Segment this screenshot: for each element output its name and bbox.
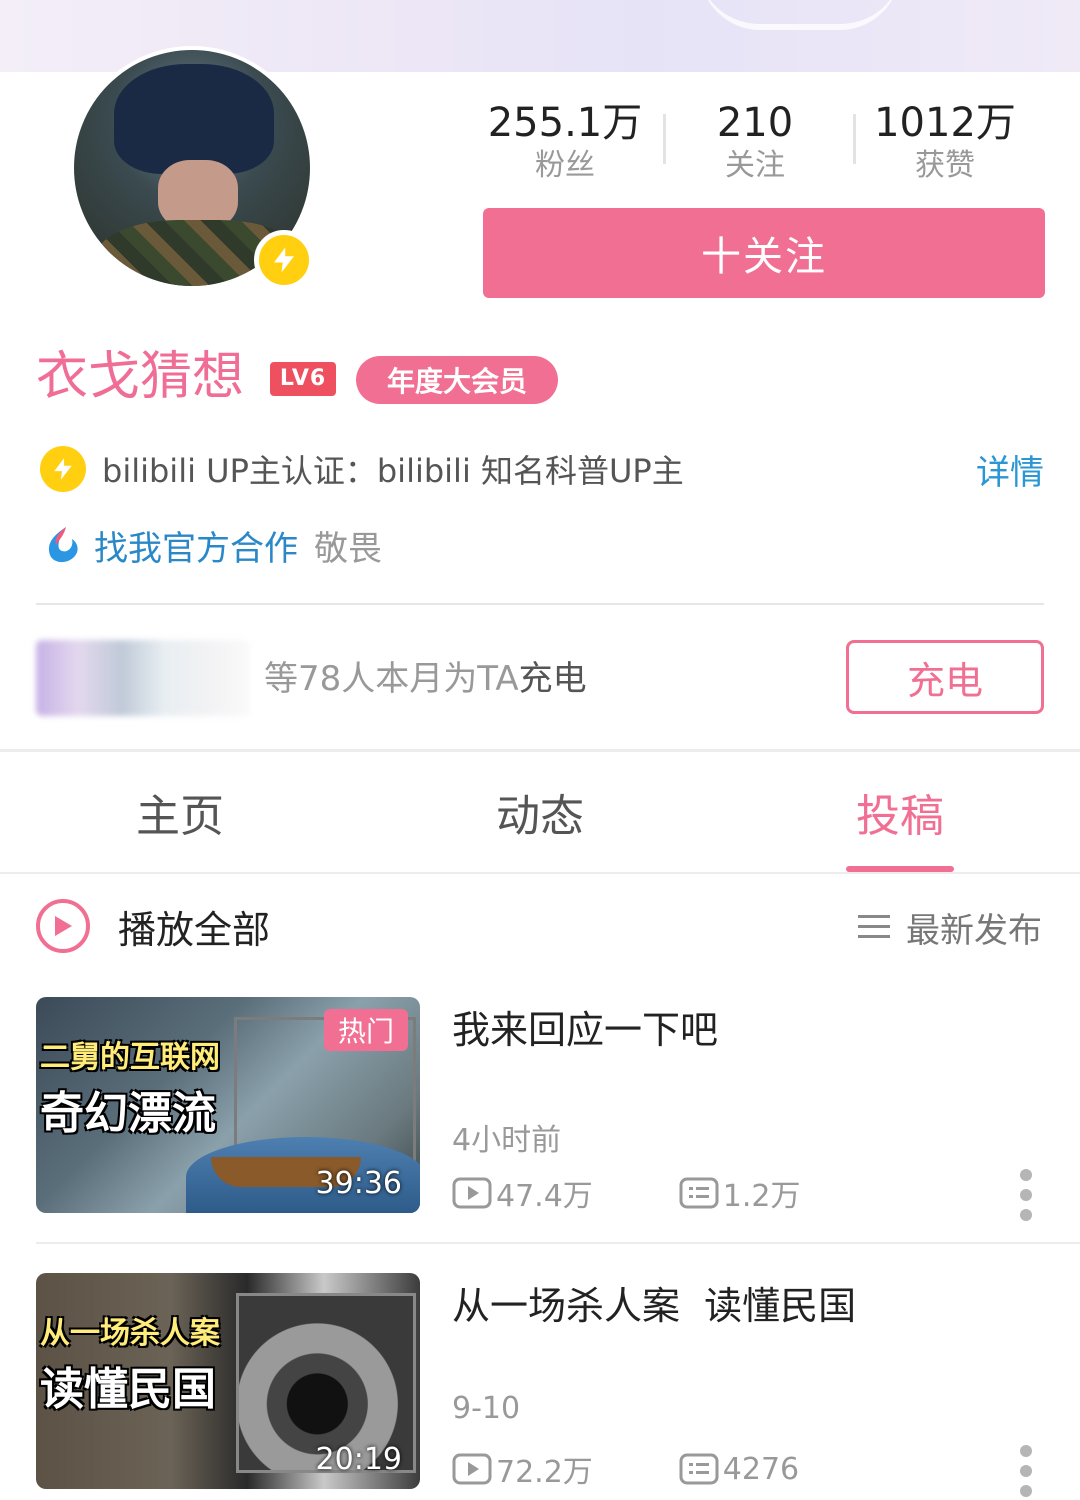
section-divider	[36, 603, 1044, 605]
profile-stats: 255.1万 粉丝 210 关注 1012万 获赞	[470, 100, 1040, 190]
thumb-text-top: 从一场杀人案	[40, 1316, 220, 1351]
stat-likes-value: 1012万	[874, 100, 1016, 146]
list-item[interactable]: 从一场杀人案 读懂民国 20:19 从一场杀人案 读懂民国 9-10 72.2万…	[36, 1273, 1044, 1497]
sort-label: 最新发布	[906, 910, 1042, 951]
hot-tag: 热门	[324, 1009, 408, 1051]
thumb-text-bottom: 奇幻漂流	[40, 1088, 216, 1139]
video-comments-value: 1.2万	[722, 1179, 801, 1214]
thumb-text-bottom: 读懂民国	[40, 1364, 216, 1415]
profile-tabs: 主页 动态 投稿	[0, 752, 1080, 872]
play-count-icon	[452, 1177, 492, 1209]
level-badge: LV6	[270, 362, 336, 396]
video-comments: 4276	[679, 1452, 799, 1487]
video-comments-value: 4276	[722, 1451, 800, 1487]
certification-row: bilibili UP主认证：bilibili 知名科普UP主 详情	[40, 444, 1044, 494]
tab-uploads[interactable]: 投稿	[720, 752, 1080, 872]
stat-following[interactable]: 210 关注	[660, 100, 850, 190]
more-options-icon[interactable]	[1020, 1445, 1032, 1497]
stat-likes-label: 获赞	[915, 148, 975, 183]
video-date: 9-10	[452, 1391, 521, 1426]
certification-text: bilibili UP主认证：bilibili 知名科普UP主	[102, 452, 684, 490]
play-all-label: 播放全部	[118, 907, 271, 952]
list-divider	[36, 1242, 1080, 1244]
charge-supporter-avatars[interactable]	[36, 640, 250, 716]
charge-summary-highlight: 充电	[518, 659, 587, 699]
banner-decoration	[700, 0, 900, 30]
charge-summary-prefix: 等78人本月为TA	[264, 659, 519, 699]
video-thumbnail[interactable]: 二舅的互联网 奇幻漂流 热门 39:36	[36, 997, 420, 1213]
stat-fans-value: 255.1万	[487, 100, 643, 146]
cooperation-subtext: 敬畏	[314, 528, 382, 569]
video-views: 47.4万	[452, 1171, 593, 1215]
user-name: 衣戈猜想	[36, 347, 245, 407]
stat-following-value: 210	[716, 100, 794, 146]
flame-logo-icon	[48, 527, 78, 563]
stat-likes: 1012万 获赞	[850, 100, 1040, 190]
video-views: 72.2万	[452, 1447, 593, 1491]
video-stats: 47.4万 1.2万	[452, 1171, 801, 1215]
thumb-text-top: 二舅的互联网	[40, 1040, 220, 1075]
video-thumbnail[interactable]: 从一场杀人案 读懂民国 20:19	[36, 1273, 420, 1489]
video-views-value: 72.2万	[496, 1455, 593, 1490]
danmaku-icon	[679, 1177, 719, 1209]
video-duration: 20:19	[315, 1442, 402, 1477]
tab-home[interactable]: 主页	[0, 752, 360, 872]
cooperation-link[interactable]: 找我官方合作	[94, 521, 298, 570]
lightning-verified-icon	[254, 230, 314, 290]
cooperation-row: 找我官方合作 敬畏	[44, 520, 382, 570]
video-views-value: 47.4万	[496, 1179, 593, 1214]
charge-summary: 等78人本月为TA充电	[264, 656, 587, 702]
play-circle-icon	[36, 899, 90, 953]
stat-following-label: 关注	[725, 148, 785, 183]
vip-badge[interactable]: 年度大会员	[356, 356, 558, 404]
list-item[interactable]: 二舅的互联网 奇幻漂流 热门 39:36 我来回应一下吧 4小时前 47.4万 …	[36, 997, 1044, 1221]
video-title[interactable]: 我来回应一下吧	[452, 1005, 718, 1055]
lightning-cert-icon	[40, 446, 86, 492]
tab-dynamics[interactable]: 动态	[360, 752, 720, 872]
charge-button[interactable]: 充电	[846, 640, 1044, 714]
video-date: 4小时前	[452, 1123, 562, 1158]
video-duration: 39:36	[315, 1166, 402, 1201]
sort-selector[interactable]: 最新发布	[858, 904, 1042, 951]
stat-fans[interactable]: 255.1万 粉丝	[470, 100, 660, 190]
avatar-hat	[114, 64, 274, 174]
danmaku-icon	[679, 1453, 719, 1485]
video-title[interactable]: 从一场杀人案 读懂民国	[452, 1281, 856, 1331]
play-count-icon	[452, 1453, 492, 1485]
menu-lines-icon	[858, 915, 890, 938]
tabs-divider	[0, 872, 1080, 874]
follow-button[interactable]: 十关注	[483, 208, 1045, 298]
cert-detail-link[interactable]: 详情	[976, 445, 1044, 494]
play-all-button[interactable]: 播放全部	[36, 896, 270, 956]
stat-fans-label: 粉丝	[535, 148, 595, 183]
video-comments: 1.2万	[679, 1171, 801, 1215]
video-stats: 72.2万 4276	[452, 1447, 799, 1491]
more-options-icon[interactable]	[1020, 1169, 1032, 1221]
